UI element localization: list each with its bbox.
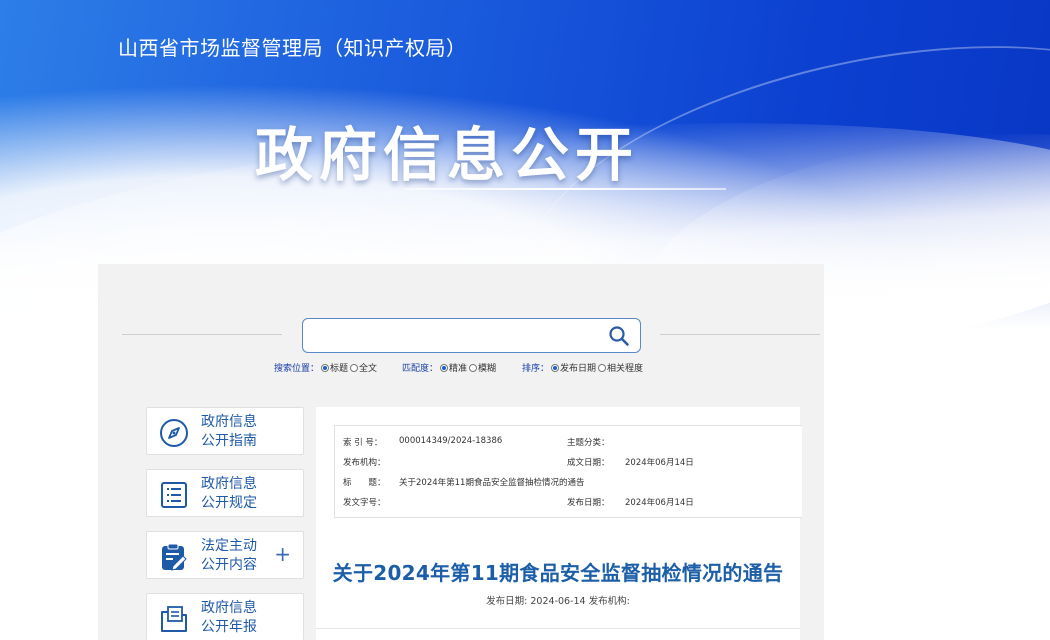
radio-title[interactable] bbox=[321, 364, 330, 372]
meta-written-date-label: 成文日期： bbox=[567, 458, 610, 468]
sidebar-item-label: 政府信息 公开年报 bbox=[201, 600, 257, 635]
meta-title-value: 关于2024年第11期食品安全监督抽检情况的通告 bbox=[399, 478, 585, 488]
meta-row: 标 题： 关于2024年第11期食品安全监督抽检情况的通告 bbox=[343, 476, 803, 488]
meta-title-label: 标 题： bbox=[343, 478, 386, 488]
meta-publish-date-value: 2024年06月14日 bbox=[625, 498, 694, 508]
divider bbox=[316, 628, 800, 629]
document-content: 索 引 号： 000014349/2024-18386 主题分类： 发布机构： … bbox=[316, 407, 802, 640]
document-subline: 发布日期: 2024-06-14 发布机构: bbox=[486, 596, 630, 607]
meta-docno-label: 发文字号： bbox=[343, 498, 386, 508]
sidebar-item-guide[interactable]: 政府信息 公开指南 bbox=[146, 407, 304, 455]
radio-fulltext-label: 全文 bbox=[359, 364, 378, 374]
search-position-label: 搜索位置： bbox=[274, 364, 320, 374]
sidebar-item-label: 法定主动 公开内容 bbox=[201, 538, 257, 573]
search-options: 搜索位置： 标题 全文 匹配度： 精准 模糊 排序： 发布日期 相关程度 bbox=[274, 361, 794, 375]
search-position-options: 搜索位置： 标题 全文 bbox=[274, 361, 377, 374]
search-icon[interactable] bbox=[608, 325, 630, 347]
search-box bbox=[302, 318, 641, 353]
search-input[interactable] bbox=[311, 324, 596, 348]
radio-exact[interactable] bbox=[440, 364, 449, 372]
page-title: 政府信息公开 bbox=[255, 121, 640, 189]
meta-row: 发布机构： 成文日期： 2024年06月14日 bbox=[343, 456, 803, 468]
divider bbox=[660, 334, 820, 335]
sidebar-item-label: 政府信息 公开指南 bbox=[201, 414, 257, 449]
divider bbox=[122, 334, 282, 335]
radio-publish-date[interactable] bbox=[551, 364, 560, 372]
radio-fulltext[interactable] bbox=[350, 364, 359, 372]
match-options: 匹配度： 精准 模糊 bbox=[402, 361, 496, 374]
document-title: 关于2024年第11期食品安全监督抽检情况的通告 bbox=[332, 561, 784, 585]
meta-topic-label: 主题分类： bbox=[567, 438, 610, 448]
radio-title-label: 标题 bbox=[330, 364, 349, 374]
sidebar-item-statutory-content[interactable]: 法定主动 公开内容 + bbox=[146, 531, 304, 579]
document-metadata: 索 引 号： 000014349/2024-18386 主题分类： 发布机构： … bbox=[334, 425, 802, 518]
sidebar-item-rules[interactable]: 政府信息 公开规定 bbox=[146, 469, 304, 517]
title-underline bbox=[404, 188, 726, 190]
radio-relevance-label: 相关程度 bbox=[607, 364, 644, 374]
meta-row: 索 引 号： 000014349/2024-18386 主题分类： bbox=[343, 436, 803, 448]
meta-row: 发文字号： 发布日期： 2024年06月14日 bbox=[343, 496, 803, 508]
radio-fuzzy-label: 模糊 bbox=[478, 364, 497, 374]
meta-index-value: 000014349/2024-18386 bbox=[399, 436, 503, 446]
folder-document-icon bbox=[159, 604, 189, 634]
meta-written-date-value: 2024年06月14日 bbox=[625, 458, 694, 468]
agency-name[interactable]: 山西省市场监督管理局（知识产权局） bbox=[118, 32, 467, 61]
radio-exact-label: 精准 bbox=[449, 364, 468, 374]
radio-fuzzy[interactable] bbox=[469, 364, 478, 372]
meta-index-label: 索 引 号： bbox=[343, 438, 383, 448]
sort-options: 排序： 发布日期 相关程度 bbox=[522, 361, 643, 374]
compass-icon bbox=[159, 418, 189, 448]
radio-publish-date-label: 发布日期 bbox=[560, 364, 597, 374]
radio-relevance[interactable] bbox=[598, 364, 607, 372]
meta-publisher-label: 发布机构： bbox=[343, 458, 386, 468]
sidebar-item-annual-report[interactable]: 政府信息 公开年报 bbox=[146, 593, 304, 640]
sidebar-item-label: 政府信息 公开规定 bbox=[201, 476, 257, 511]
sort-label: 排序： bbox=[522, 364, 550, 374]
clipboard-edit-icon bbox=[159, 542, 189, 572]
meta-publish-date-label: 发布日期： bbox=[567, 498, 610, 508]
expand-plus-icon[interactable]: + bbox=[274, 542, 291, 566]
list-document-icon bbox=[159, 480, 189, 510]
match-label: 匹配度： bbox=[402, 364, 439, 374]
main-panel: 搜索位置： 标题 全文 匹配度： 精准 模糊 排序： 发布日期 相关程度 政府信息 公开指南 bbox=[98, 264, 824, 640]
